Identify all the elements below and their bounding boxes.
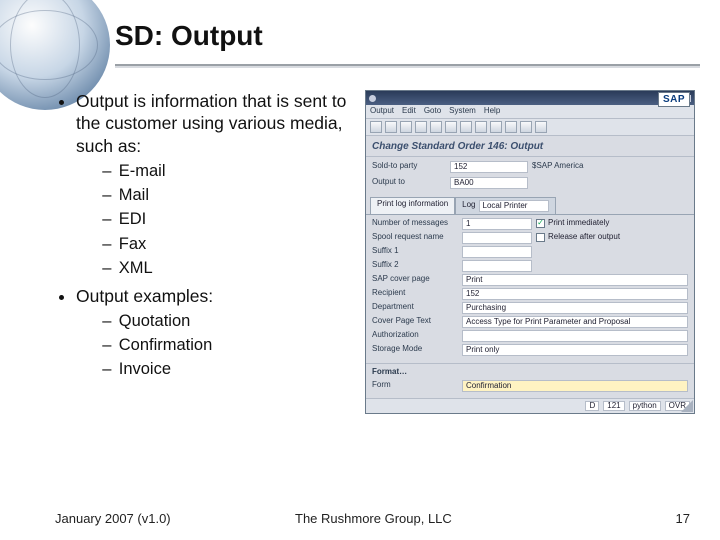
label: Cover Page Text [372, 316, 458, 328]
toolbar-button[interactable] [520, 121, 532, 133]
section-heading: Format… [372, 367, 688, 378]
media-item: EDI [102, 209, 355, 230]
toolbar-button[interactable] [460, 121, 472, 133]
label: Storage Mode [372, 344, 458, 356]
body: Output is information that is sent to th… [55, 90, 700, 490]
toolbar-button[interactable] [430, 121, 442, 133]
sap-window: SAP Output Edit Goto System Help [365, 90, 695, 414]
sap-toolbar [366, 118, 694, 135]
slide-footer: January 2007 (v1.0) The Rushmore Group, … [55, 511, 690, 526]
label: Output to [372, 177, 446, 189]
label: SAP cover page [372, 274, 458, 286]
status-cell: python [629, 401, 661, 412]
label: Suffix 1 [372, 246, 458, 258]
toolbar-button[interactable] [490, 121, 502, 133]
status-cell: 121 [603, 401, 624, 412]
label: Spool request name [372, 232, 458, 244]
checkbox-icon[interactable]: ✓ [536, 219, 545, 228]
window-control-icon[interactable] [369, 95, 376, 102]
tab-log-label: Log [462, 201, 475, 210]
field-value[interactable]: Purchasing [462, 302, 688, 314]
tab-log[interactable]: Log Local Printer [455, 197, 555, 214]
toolbar-button[interactable] [475, 121, 487, 133]
tab-print-log[interactable]: Print log information [370, 197, 455, 214]
menu-item[interactable]: Output [370, 107, 394, 116]
toolbar-button[interactable] [505, 121, 517, 133]
field-value[interactable]: Print [462, 274, 688, 286]
title-underline [115, 64, 700, 66]
field-value[interactable]: BA00 [450, 177, 528, 189]
status-cell: D [585, 401, 599, 412]
sap-form: Number of messages 1 ✓Print immediately … [366, 215, 694, 362]
label: Authorization [372, 330, 458, 342]
example-item: Invoice [102, 359, 355, 380]
field-value[interactable] [462, 232, 532, 244]
toolbar-button[interactable] [370, 121, 382, 133]
resize-handle-icon[interactable] [681, 400, 693, 412]
checkbox-icon[interactable] [536, 233, 545, 242]
text-column: Output is information that is sent to th… [55, 90, 355, 490]
field-value[interactable]: Access Type for Print Parameter and Prop… [462, 316, 688, 328]
field-value[interactable] [462, 246, 532, 258]
field-value[interactable] [462, 330, 688, 342]
title-area: SD: Output [115, 20, 700, 66]
media-item: XML [102, 258, 355, 279]
sap-menubar: Output Edit Goto System Help [366, 105, 694, 118]
sap-titlebar [366, 91, 694, 105]
label: Department [372, 302, 458, 314]
menu-item[interactable]: Goto [424, 107, 441, 116]
footer-page: 17 [676, 511, 690, 526]
example-item: Quotation [102, 311, 355, 332]
figure-column: SAP Output Edit Goto System Help [365, 90, 700, 490]
footer-org: The Rushmore Group, LLC [295, 511, 452, 526]
checkbox-label: Print immediately [548, 219, 609, 228]
sap-logo: SAP [658, 92, 690, 107]
field-value[interactable]: 152 [462, 288, 688, 300]
slide-title: SD: Output [115, 20, 700, 52]
slide: SD: Output Output is information that is… [0, 0, 720, 540]
checkbox-row[interactable]: ✓Print immediately [536, 218, 688, 230]
menu-item[interactable]: System [449, 107, 476, 116]
toolbar-button[interactable] [535, 121, 547, 133]
label: Form [372, 380, 458, 392]
menu-item[interactable]: Edit [402, 107, 416, 116]
label: Recipient [372, 288, 458, 300]
menu-item[interactable]: Help [484, 107, 500, 116]
media-item: E-mail [102, 161, 355, 182]
label: Suffix 2 [372, 260, 458, 272]
checkbox-label: Release after output [548, 233, 620, 242]
media-item: Mail [102, 185, 355, 206]
label: Sold-to party [372, 161, 446, 173]
bullet-main-2-text: Output examples: [76, 286, 213, 306]
sap-statusbar: D 121 python OVR [366, 398, 694, 414]
bullet-main-1-text: Output is information that is sent to th… [76, 91, 346, 156]
field-value-highlight[interactable]: Confirmation [462, 380, 688, 392]
field-value[interactable]: 1 [462, 218, 532, 230]
bullet-main-2: Output examples: Quotation Confirmation … [76, 285, 355, 381]
field-text: $SAP America [532, 161, 688, 173]
toolbar-button[interactable] [445, 121, 457, 133]
toolbar-button[interactable] [400, 121, 412, 133]
sap-screen-title: Change Standard Order 146: Output [366, 135, 694, 155]
toolbar-button[interactable] [415, 121, 427, 133]
field-value[interactable] [462, 260, 532, 272]
label: Number of messages [372, 218, 458, 230]
media-item: Fax [102, 234, 355, 255]
field-value[interactable]: 152 [450, 161, 528, 173]
sap-tabs: Print log information Log Local Printer [366, 197, 694, 215]
sap-header-fields: Sold-to party 152 $SAP America Output to… [366, 157, 694, 193]
toolbar-button[interactable] [385, 121, 397, 133]
log-value[interactable]: Local Printer [479, 200, 549, 212]
bullet-main-1: Output is information that is sent to th… [76, 90, 355, 279]
checkbox-row[interactable]: Release after output [536, 232, 688, 244]
example-item: Confirmation [102, 335, 355, 356]
field-value[interactable]: Print only [462, 344, 688, 356]
sap-format-section: Format… Form Confirmation [366, 364, 694, 398]
footer-date: January 2007 (v1.0) [55, 511, 171, 526]
